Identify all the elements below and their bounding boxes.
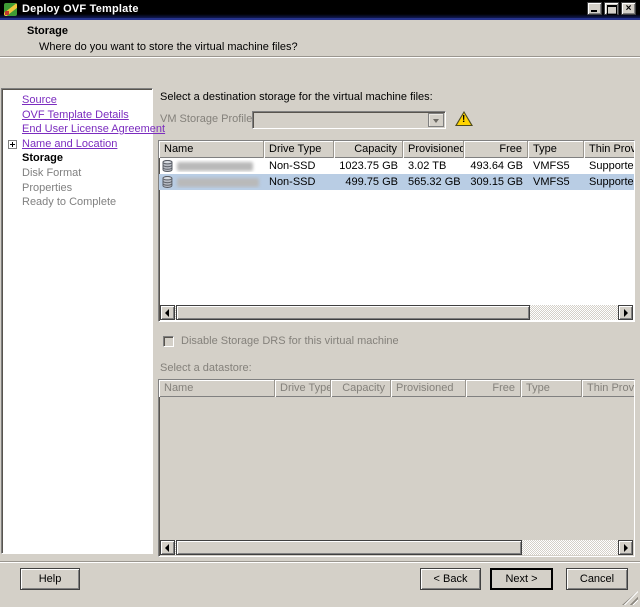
datastore-table: Name Drive Type Capacity Provisioned Fre… [158, 379, 635, 557]
column-header-name: Name [159, 380, 275, 397]
select-datastore-label: Select a datastore: [160, 362, 252, 374]
column-header-provisioned[interactable]: Provisioned [403, 141, 464, 158]
sidebar-item-ready-to-complete: Ready to Complete [22, 195, 150, 210]
cell-capacity: 1023.75 GB [334, 160, 403, 172]
sidebar-item-label: Name and Location [22, 138, 117, 150]
sidebar-item-ovf-template-details[interactable]: OVF Template Details [22, 108, 150, 123]
column-header-drive-type[interactable]: Drive Type [264, 141, 334, 158]
cell-provisioned: 565.32 GB [403, 176, 464, 188]
datastore-table-header: Name Drive Type Capacity Provisioned Fre… [159, 380, 635, 397]
page-title: Storage [27, 25, 68, 37]
arrow-left-icon [165, 309, 169, 317]
scroll-left-button[interactable] [160, 305, 175, 320]
maximize-button[interactable] [604, 2, 619, 15]
datastore-row-2-selected[interactable]: Non-SSD 499.75 GB 565.32 GB 309.15 GB VM… [159, 174, 635, 190]
column-header-type: Type [521, 380, 582, 397]
expand-plus-icon[interactable] [8, 140, 17, 149]
warning-icon [455, 111, 473, 126]
datastore-icon [162, 176, 173, 188]
page-subtitle: Where do you want to store the virtual m… [39, 41, 298, 53]
arrow-left-icon [165, 544, 169, 552]
column-header-free: Free [466, 380, 521, 397]
column-header-drive-type: Drive Type [275, 380, 331, 397]
cell-free: 309.15 GB [464, 176, 528, 188]
scroll-right-button[interactable] [618, 540, 633, 555]
cell-drive-type: Non-SSD [264, 176, 334, 188]
cell-type: VMFS5 [528, 176, 584, 188]
column-header-thin-provisioning[interactable]: Thin Provisioning [584, 141, 635, 158]
sidebar-item-end-user-license-agreement[interactable]: End User License Agreement [22, 122, 150, 137]
cell-type: VMFS5 [528, 160, 584, 172]
deploy-ovf-wizard-window: Deploy OVF Template × Storage Where do y… [0, 0, 640, 607]
cancel-button[interactable]: Cancel [566, 568, 628, 590]
storage-table-header: Name Drive Type Capacity Provisioned Fre… [159, 141, 635, 158]
arrow-right-icon [624, 309, 628, 317]
column-header-capacity: Capacity [331, 380, 391, 397]
window-title: Deploy OVF Template [22, 3, 139, 15]
next-button[interactable]: Next > [490, 568, 553, 590]
cell-drive-type: Non-SSD [264, 160, 334, 172]
sidebar-item-source[interactable]: Source [22, 93, 150, 108]
disable-storage-drs-checkbox [163, 336, 174, 347]
cell-capacity: 499.75 GB [334, 176, 403, 188]
cell-free: 493.64 GB [464, 160, 528, 172]
datastore-row-1[interactable]: Non-SSD 1023.75 GB 3.02 TB 493.64 GB VMF… [159, 158, 635, 174]
resize-grip[interactable] [622, 591, 638, 605]
storage-table-body: Non-SSD 1023.75 GB 3.02 TB 493.64 GB VMF… [159, 158, 634, 190]
arrow-right-icon [624, 544, 628, 552]
scrollbar-thumb[interactable] [176, 540, 522, 555]
cell-thin-provisioning: Supported [584, 160, 635, 172]
header-separator [0, 56, 640, 58]
wizard-steps-sidebar: Source OVF Template Details End User Lic… [1, 88, 153, 554]
cell-provisioned: 3.02 TB [403, 160, 464, 172]
title-bar[interactable]: Deploy OVF Template × [0, 0, 640, 18]
disable-storage-drs-label: Disable Storage DRS for this virtual mac… [181, 335, 399, 347]
column-header-free[interactable]: Free [464, 141, 528, 158]
destination-storage-table: Name Drive Type Capacity Provisioned Fre… [158, 140, 635, 322]
titlebar-edge-line [0, 18, 640, 20]
sidebar-item-name-and-location[interactable]: Name and Location [22, 137, 150, 152]
back-button[interactable]: < Back [420, 568, 481, 590]
sidebar-item-storage: Storage [22, 151, 150, 166]
footer-separator [0, 561, 640, 563]
vmware-app-icon [4, 3, 17, 16]
close-button[interactable]: × [621, 2, 636, 15]
sidebar-item-properties: Properties [22, 181, 150, 196]
vm-storage-profile-label: VM Storage Profile: [160, 113, 255, 125]
column-header-thin-provisioning: Thin Provisioning [582, 380, 635, 397]
redacted-datastore-name [177, 162, 253, 171]
column-header-type[interactable]: Type [528, 141, 584, 158]
column-header-capacity[interactable]: Capacity [334, 141, 403, 158]
chevron-down-icon [428, 113, 444, 127]
datastore-icon [162, 160, 173, 172]
cell-thin-provisioning: Supported [584, 176, 635, 188]
help-button[interactable]: Help [20, 568, 80, 590]
redacted-datastore-name [177, 178, 259, 187]
scroll-right-button[interactable] [618, 305, 633, 320]
horizontal-scrollbar [160, 540, 633, 555]
minimize-button[interactable] [587, 2, 602, 15]
scroll-left-button[interactable] [160, 540, 175, 555]
sidebar-item-disk-format: Disk Format [22, 166, 150, 181]
column-header-name[interactable]: Name [159, 141, 264, 158]
scrollbar-thumb[interactable] [176, 305, 530, 320]
instruction-text: Select a destination storage for the vir… [160, 91, 433, 103]
horizontal-scrollbar [160, 305, 633, 320]
vm-storage-profile-combobox [252, 111, 446, 129]
column-header-provisioned: Provisioned [391, 380, 466, 397]
